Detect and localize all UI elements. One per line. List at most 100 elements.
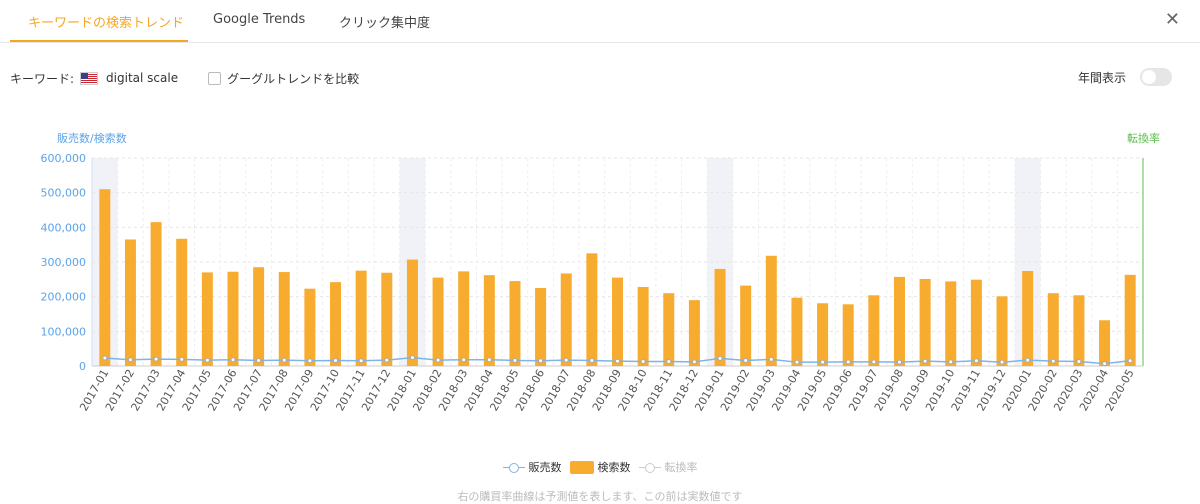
right-axis-title: 転換率 [1127, 131, 1160, 145]
keyword-toolbar: キーワード: digital scale グーグルトレンドを比較 [10, 68, 359, 88]
sales-point [640, 358, 646, 364]
search-volume-bar [509, 281, 521, 366]
chart-footnote: 右の購買率曲線は予測値を表します、この前は実数値です [457, 490, 743, 503]
search-volume-bar [227, 271, 239, 366]
tab-keyword-search-trend[interactable]: キーワードの検索トレンド [28, 12, 184, 31]
chart-legend: 販売数 検索数 転換率 [0, 459, 1200, 475]
sales-point [461, 357, 467, 363]
sales-point [1076, 358, 1082, 364]
sales-point [179, 356, 185, 362]
compare-google-trends-checkbox[interactable] [208, 71, 222, 85]
legend-conversion-swatch [638, 461, 661, 473]
sales-point [999, 359, 1005, 365]
search-volume-bar [253, 267, 265, 366]
compare-google-trends-label[interactable]: グーグルトレンドを比較 [227, 70, 359, 87]
search-volume-bar [919, 278, 931, 366]
keyword-label: キーワード: [10, 71, 75, 86]
sales-point [333, 357, 339, 363]
tab-click-concentration[interactable]: クリック集中度 [339, 12, 430, 31]
sales-point [1025, 357, 1031, 363]
search-volume-bar [970, 279, 982, 366]
tab-bar: キーワードの検索トレンド Google Trends クリック集中度 ✕ [0, 0, 1200, 43]
search-volume-bar [688, 300, 700, 366]
y-tick-label: 200,000 [41, 291, 87, 304]
sales-point [948, 359, 954, 365]
y-tick-label: 100,000 [41, 325, 87, 338]
sales-point [256, 357, 262, 363]
search-volume-bar [458, 271, 470, 366]
sales-point [1127, 358, 1133, 364]
sales-point [1050, 358, 1056, 364]
sales-point [358, 358, 364, 364]
sales-point [615, 358, 620, 364]
legend-sales-label: 販売数 [528, 461, 562, 474]
sales-point [691, 359, 697, 365]
left-axis-title: 販売数/検索数 [57, 131, 127, 145]
search-volume-bar [176, 238, 188, 366]
search-volume-bar [996, 296, 1008, 366]
search-volume-bar [1124, 274, 1136, 366]
sales-point [794, 359, 800, 365]
search-volume-bar [406, 259, 418, 366]
search-volume-bar [381, 272, 393, 366]
sales-point [153, 356, 159, 362]
search-volume-bar [765, 255, 777, 366]
search-volume-bar [150, 222, 162, 366]
search-volume-bar [560, 273, 572, 366]
legend-conversion-label: 転換率 [664, 461, 698, 474]
sales-point [589, 357, 595, 363]
sales-point [486, 357, 492, 363]
sales-point [563, 357, 569, 363]
search-volume-bar [1099, 320, 1111, 366]
sales-point [384, 357, 390, 363]
sales-point [409, 355, 415, 361]
sales-point [1102, 361, 1108, 367]
sales-point [768, 356, 774, 362]
sales-point [743, 357, 749, 363]
us-flag-icon [80, 71, 99, 85]
search-volume-bar [1022, 271, 1034, 366]
keyword-trend-chart: 0 100,000 200,000 300,000 400,000 500,000 600,… [41, 131, 1161, 413]
legend-search-label: 検索数 [597, 461, 631, 474]
sales-point [845, 359, 851, 365]
legend-item-sales[interactable]: 販売数 [502, 459, 562, 475]
sales-point [512, 357, 518, 363]
search-volume-bar [1073, 295, 1085, 366]
search-volume-bar [714, 268, 726, 366]
sales-point [435, 357, 441, 363]
keyword-value: digital scale [106, 71, 179, 85]
sales-point [281, 357, 287, 363]
search-volume-bar [432, 277, 444, 366]
legend-item-search[interactable]: 検索数 [569, 459, 631, 475]
legend-search-swatch [569, 460, 594, 474]
search-volume-bar [355, 270, 367, 366]
y-tick-label: 0 [79, 360, 86, 373]
search-volume-bar [817, 303, 829, 366]
search-volume-bar [893, 276, 905, 366]
y-tick-label: 400,000 [41, 221, 87, 234]
sales-point [204, 357, 210, 363]
sales-point [717, 355, 723, 361]
y-tick-label: 300,000 [41, 256, 87, 269]
annual-view-toggle[interactable] [1140, 68, 1172, 86]
sales-point [973, 358, 979, 364]
sales-point [896, 359, 902, 365]
legend-item-conversion[interactable]: 転換率 [638, 459, 698, 475]
search-volume-bar [330, 282, 342, 366]
sales-point [820, 359, 826, 365]
active-tab-indicator [10, 40, 188, 42]
search-volume-bar [483, 275, 495, 366]
search-volume-bar [99, 189, 111, 366]
search-volume-bar [945, 281, 957, 366]
search-volume-bar [663, 293, 675, 366]
annual-view-label: 年間表示 [1077, 70, 1126, 85]
search-volume-bar [740, 285, 752, 366]
search-volume-bar [586, 253, 598, 366]
search-volume-bar [791, 297, 803, 366]
y-tick-label: 600,000 [41, 152, 87, 165]
search-volume-bar [868, 295, 880, 366]
close-icon[interactable]: ✕ [1165, 9, 1180, 30]
search-volume-bar [612, 277, 623, 366]
sales-point [922, 358, 928, 364]
tab-google-trends[interactable]: Google Trends [213, 12, 305, 27]
